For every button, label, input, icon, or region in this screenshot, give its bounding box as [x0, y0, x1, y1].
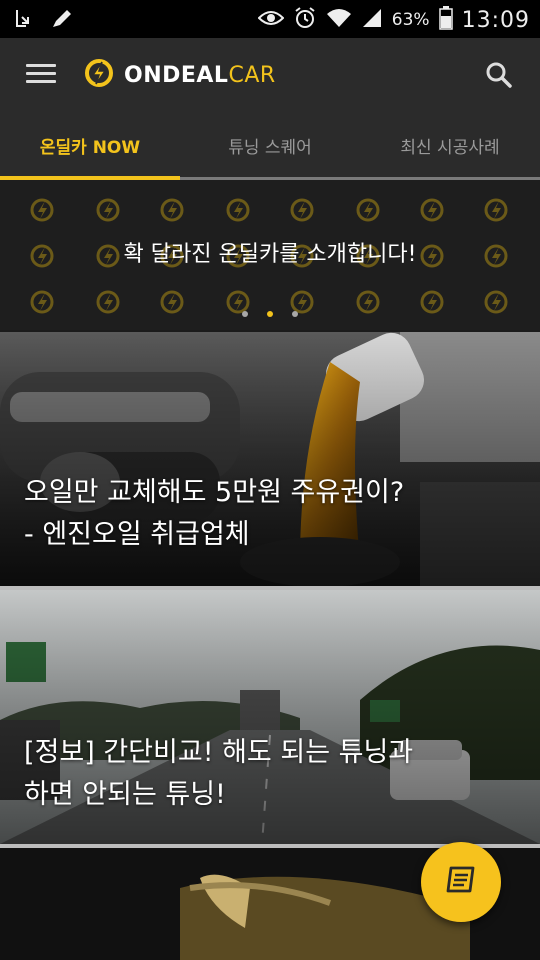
banner-text: 확 달라진 온딜카를 소개합니다!: [123, 242, 417, 267]
download-icon: [14, 8, 36, 34]
pattern-logo-icon: [420, 198, 444, 222]
battery-icon: [438, 6, 453, 34]
alarm-icon: [293, 6, 317, 34]
pattern-logo-icon: [484, 198, 508, 222]
pattern-logo-icon: [160, 290, 184, 314]
pattern-logo-icon: [356, 290, 380, 314]
app-logo: ONDEALCAR: [84, 58, 276, 92]
pattern-logo-icon: [356, 198, 380, 222]
logo-car: CAR: [228, 62, 276, 88]
eye-icon: [257, 8, 285, 32]
app-bar: ONDEALCAR: [0, 38, 540, 110]
article-title: 오일만 교체해도 5만원 주유권이? - 엔진오일 취급업체: [24, 472, 404, 556]
pattern-logo-icon: [226, 290, 250, 314]
lightning-logo-icon: [84, 58, 114, 92]
pattern-logo-icon: [290, 290, 314, 314]
pencil-icon: [50, 8, 74, 34]
pattern-logo-icon: [226, 198, 250, 222]
pattern-logo-icon: [420, 290, 444, 314]
wifi-icon: [326, 7, 352, 33]
article-title-line2: 하면 안되는 튜닝!: [24, 779, 226, 810]
write-post-button[interactable]: [421, 842, 501, 922]
article-title-line1: 오일만 교체해도 5만원 주유권이?: [24, 477, 405, 508]
article-card-engine-oil[interactable]: 오일만 교체해도 5만원 주유권이? - 엔진오일 취급업체: [0, 332, 540, 586]
pattern-logo-icon: [96, 198, 120, 222]
tab-ondealcar-now[interactable]: 온딜카 NOW: [0, 110, 180, 180]
carousel-dot[interactable]: [292, 311, 298, 317]
carousel-dot[interactable]: [242, 311, 248, 317]
search-icon: [484, 62, 514, 94]
banner-carousel[interactable]: 확 달라진 온딜카를 소개합니다!: [0, 180, 540, 330]
article-title-line1: [정보] 간단비교! 해도 되는 튜닝과: [24, 737, 414, 768]
article-card-tuning-info[interactable]: [정보] 간단비교! 해도 되는 튜닝과 하면 안되는 튜닝!: [0, 590, 540, 844]
clock: 13:09: [461, 7, 530, 33]
article-title-line2: - 엔진오일 취급업체: [24, 519, 250, 550]
note-icon: [444, 865, 478, 899]
logo-word: ONDEAL: [124, 62, 229, 88]
tab-tuning-square[interactable]: 튜닝 스퀘어: [180, 110, 360, 180]
search-button[interactable]: [484, 60, 514, 90]
pattern-logo-icon: [160, 198, 184, 222]
pattern-logo-icon: [96, 290, 120, 314]
tab-latest-cases[interactable]: 최신 시공사례: [360, 110, 540, 180]
pattern-logo-icon: [484, 290, 508, 314]
status-bar: 63% 13:09: [0, 0, 540, 38]
pattern-logo-icon: [30, 198, 54, 222]
carousel-dots: [0, 311, 540, 317]
signal-icon: [361, 7, 383, 33]
tab-bar: 온딜카 NOW 튜닝 스퀘어 최신 시공사례: [0, 110, 540, 180]
menu-button[interactable]: [26, 64, 58, 84]
carousel-dot-active[interactable]: [267, 311, 273, 317]
pattern-logo-icon: [290, 198, 314, 222]
battery-percent: 63%: [391, 10, 430, 30]
pattern-logo-icon: [30, 290, 54, 314]
article-title: [정보] 간단비교! 해도 되는 튜닝과 하면 안되는 튜닝!: [24, 732, 413, 816]
